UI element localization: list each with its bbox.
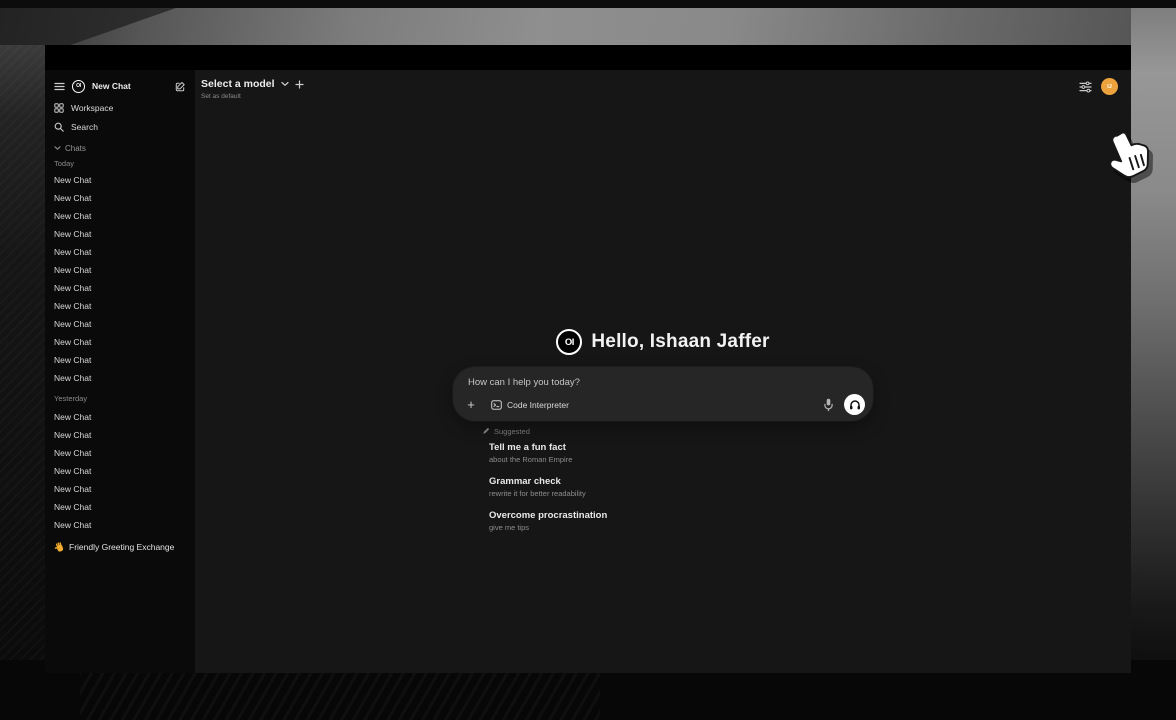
suggestion-item[interactable]: Overcome procrastination give me tips bbox=[489, 510, 873, 533]
suggestion-title: Tell me a fun fact bbox=[489, 442, 873, 454]
suggestion-title: Grammar check bbox=[489, 476, 873, 488]
chats-section-label: Chats bbox=[65, 144, 86, 153]
sidebar-item-search[interactable]: Search bbox=[54, 120, 186, 134]
screen: OI New Chat Workspace bbox=[0, 0, 1176, 720]
chat-item-friendly-greeting[interactable]: Friendly Greeting Exchange bbox=[54, 539, 186, 555]
voice-mode-button[interactable] bbox=[844, 394, 865, 415]
message-input[interactable]: How can I help you today? + Code Interpr… bbox=[453, 367, 873, 421]
chat-group-label-yesterday: Yesterday bbox=[54, 394, 186, 404]
chat-item[interactable]: New Chat bbox=[54, 261, 186, 279]
chat-item[interactable]: New Chat bbox=[54, 516, 186, 534]
topbar-actions: IJ bbox=[1079, 78, 1118, 95]
chat-item[interactable]: New Chat bbox=[54, 462, 186, 480]
chat-item[interactable]: New Chat bbox=[54, 498, 186, 516]
attach-plus-icon[interactable]: + bbox=[463, 397, 479, 413]
chat-item[interactable]: New Chat bbox=[54, 171, 186, 189]
workspace-label: Workspace bbox=[71, 103, 113, 113]
sidebar-title: New Chat bbox=[92, 81, 131, 91]
chat-list-today: New ChatNew ChatNew ChatNew ChatNew Chat… bbox=[54, 171, 186, 387]
chat-item[interactable]: New Chat bbox=[54, 333, 186, 351]
sidebar: OI New Chat Workspace bbox=[45, 70, 195, 673]
app-logo-large: OI bbox=[556, 329, 582, 355]
chat-item[interactable]: New Chat bbox=[54, 279, 186, 297]
pencil-icon bbox=[482, 427, 490, 435]
greeting-text: Hello, Ishaan Jaffer bbox=[591, 331, 769, 353]
app-window: OI New Chat Workspace bbox=[45, 45, 1131, 673]
search-label: Search bbox=[71, 122, 98, 132]
headphones-icon bbox=[849, 399, 861, 411]
app-logo: OI bbox=[72, 80, 85, 93]
suggested-section: Suggested Tell me a fun fact about the R… bbox=[453, 426, 873, 533]
add-model-icon[interactable] bbox=[295, 80, 304, 89]
welcome-stage: OI Hello, Ishaan Jaffer How can I help y… bbox=[453, 328, 873, 544]
suggestion-subtitle: give me tips bbox=[489, 523, 873, 533]
suggestion-title: Overcome procrastination bbox=[489, 510, 873, 522]
chat-item[interactable]: New Chat bbox=[54, 369, 186, 387]
suggestion-subtitle: rewrite it for better readability bbox=[489, 489, 873, 499]
main-area: Select a model Set as default IJ bbox=[195, 70, 1131, 673]
suggestion-list: Tell me a fun fact about the Roman Empir… bbox=[489, 442, 873, 533]
window-top-strip bbox=[45, 45, 1131, 70]
model-selector[interactable]: Select a model Set as default bbox=[201, 78, 304, 100]
suggestion-item[interactable]: Grammar check rewrite it for better read… bbox=[489, 476, 873, 499]
chat-item[interactable]: New Chat bbox=[54, 225, 186, 243]
chevron-down-icon bbox=[54, 145, 61, 151]
sidebar-toggle-icon[interactable] bbox=[54, 82, 65, 91]
sidebar-item-workspace[interactable]: Workspace bbox=[54, 101, 186, 115]
input-toolbar: + Code Interpreter bbox=[463, 394, 865, 415]
chat-item[interactable]: New Chat bbox=[54, 444, 186, 462]
waving-hand-icon bbox=[54, 542, 65, 553]
user-avatar[interactable]: IJ bbox=[1101, 78, 1118, 95]
code-interpreter-icon bbox=[491, 400, 502, 410]
chat-group-label-today: Today bbox=[54, 159, 186, 169]
suggestion-subtitle: about the Roman Empire bbox=[489, 455, 873, 465]
chat-item[interactable]: New Chat bbox=[54, 315, 186, 333]
model-selector-label: Select a model bbox=[201, 78, 275, 90]
chat-item[interactable]: New Chat bbox=[54, 243, 186, 261]
chat-list-yesterday: New ChatNew ChatNew ChatNew ChatNew Chat… bbox=[54, 408, 186, 534]
search-icon bbox=[54, 122, 64, 132]
grid-icon bbox=[54, 103, 64, 113]
set-as-default-link[interactable]: Set as default bbox=[201, 93, 304, 100]
message-input-placeholder: How can I help you today? bbox=[468, 377, 580, 388]
chat-item[interactable]: New Chat bbox=[54, 297, 186, 315]
wallpaper-top bbox=[0, 8, 1176, 45]
settings-sliders-icon[interactable] bbox=[1079, 81, 1092, 93]
chat-item[interactable]: New Chat bbox=[54, 426, 186, 444]
chat-item[interactable]: New Chat bbox=[54, 207, 186, 225]
suggestion-item[interactable]: Tell me a fun fact about the Roman Empir… bbox=[489, 442, 873, 465]
chat-item[interactable]: New Chat bbox=[54, 189, 186, 207]
chat-item[interactable]: New Chat bbox=[54, 480, 186, 498]
chat-item[interactable]: New Chat bbox=[54, 408, 186, 426]
wallpaper-right bbox=[1131, 8, 1176, 660]
suggested-header: Suggested bbox=[482, 426, 873, 436]
pinned-chat-label: Friendly Greeting Exchange bbox=[69, 542, 174, 552]
suggested-label: Suggested bbox=[494, 427, 530, 436]
chevron-down-icon bbox=[281, 81, 289, 87]
code-interpreter-label: Code Interpreter bbox=[507, 400, 569, 410]
wallpaper-left bbox=[0, 45, 45, 660]
microphone-icon[interactable] bbox=[822, 398, 835, 412]
code-interpreter-toggle[interactable]: Code Interpreter bbox=[491, 400, 569, 410]
sidebar-header: OI New Chat bbox=[54, 78, 186, 94]
new-chat-icon[interactable] bbox=[175, 81, 186, 92]
hand-pointer-cursor bbox=[1100, 129, 1152, 188]
chats-section-header[interactable]: Chats bbox=[54, 142, 186, 154]
chat-item[interactable]: New Chat bbox=[54, 351, 186, 369]
greeting: OI Hello, Ishaan Jaffer bbox=[453, 328, 873, 356]
